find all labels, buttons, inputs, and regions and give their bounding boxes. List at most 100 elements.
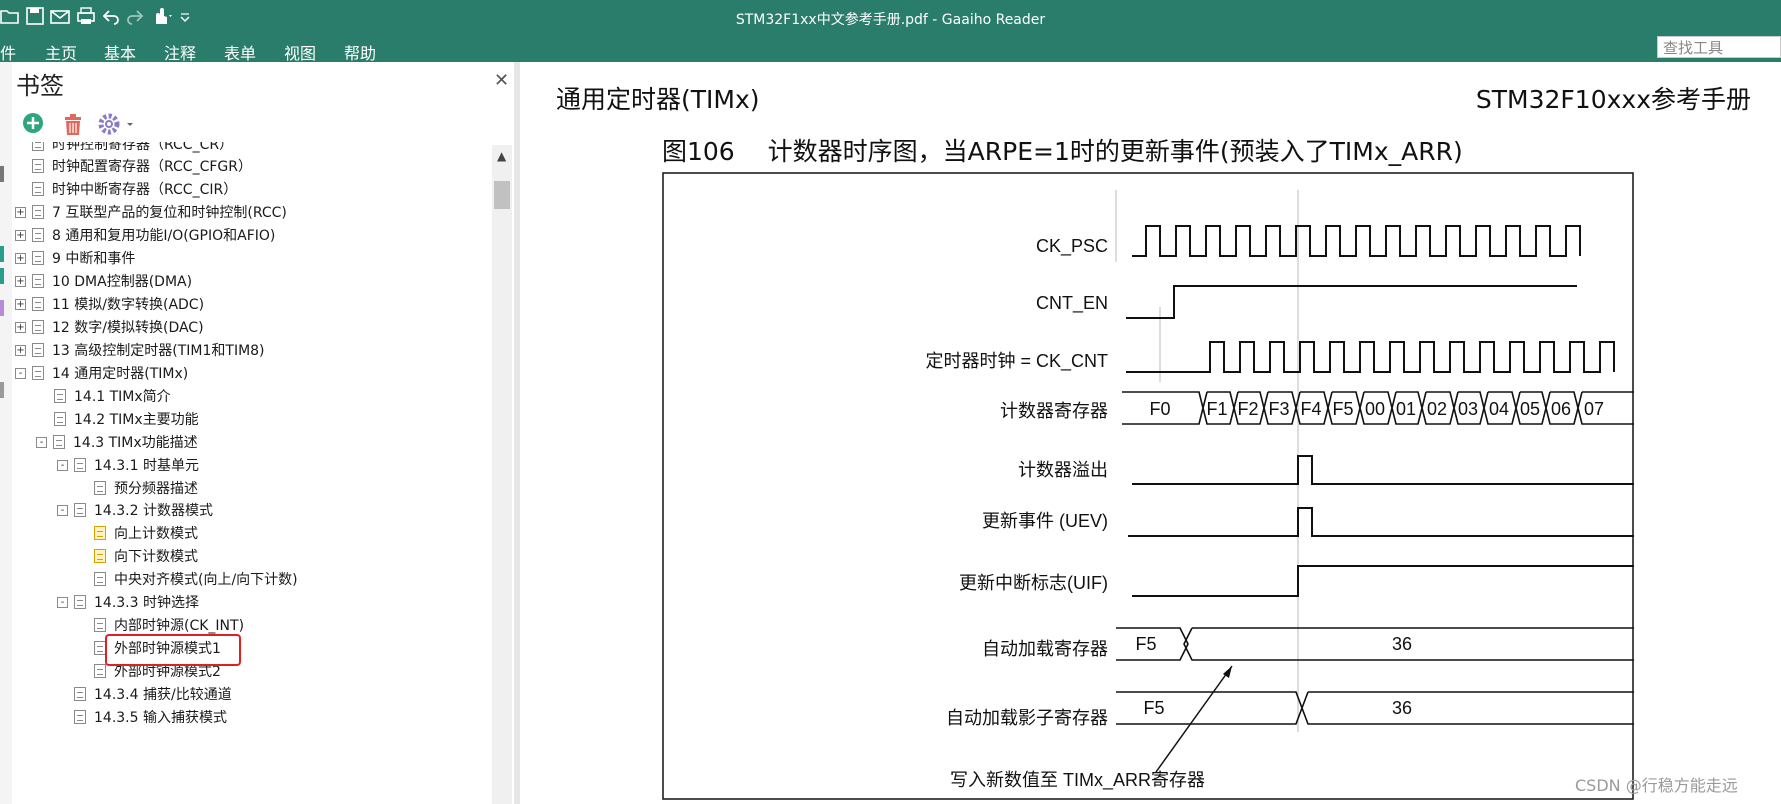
scroll-up-icon[interactable]: ▲ <box>497 149 506 163</box>
bookmark-options-gear-icon[interactable] <box>98 112 138 140</box>
bookmarks-panel: 书签 ✕ 时钟控制寄存器（RCC_CR） 时钟配置寄存器（RCC_CFGR） 时… <box>12 62 514 804</box>
strip-marker[interactable] <box>0 246 4 262</box>
tree-item[interactable]: 时钟控制寄存器（RCC_CR） <box>32 142 233 155</box>
collapse-icon[interactable]: - <box>15 367 26 379</box>
menu-basic[interactable]: 基本 <box>104 40 136 64</box>
bookmark-page-icon <box>32 343 44 357</box>
menu-file[interactable]: 件 <box>0 40 16 64</box>
bookmark-page-icon <box>94 572 106 586</box>
bookmark-page-icon <box>32 251 44 265</box>
bookmark-page-icon <box>94 549 106 563</box>
signal-label-cnt-en: CNT_EN <box>1036 293 1108 314</box>
tree-item[interactable]: +9 中断和事件 <box>15 247 135 269</box>
menu-view[interactable]: 视图 <box>284 40 316 64</box>
tree-item[interactable]: -14.3.2 计数器模式 <box>57 499 213 521</box>
signal-label-shadow-arr: 自动加载影子寄存器 <box>946 708 1108 728</box>
tree-item[interactable]: 14.3.4 捕获/比较通道 <box>74 683 232 705</box>
tree-item[interactable]: 时钟中断寄存器（RCC_CIR） <box>32 178 237 200</box>
bookmark-page-icon <box>32 228 44 242</box>
bookmark-page-icon <box>54 389 66 403</box>
tree-item[interactable]: 14.1 TIMx简介 <box>54 385 171 407</box>
tree-item[interactable]: +8 通用和复用功能I/O(GPIO和AFIO) <box>15 224 275 246</box>
menu-home[interactable]: 主页 <box>45 40 77 64</box>
counter-value: 03 <box>1458 399 1478 419</box>
tree-item[interactable]: 14.2 TIMx主要功能 <box>54 408 199 430</box>
bookmark-page-icon <box>74 710 86 724</box>
tree-item[interactable]: +11 模拟/数字转换(ADC) <box>15 293 204 315</box>
collapse-icon[interactable]: - <box>57 596 68 608</box>
bookmark-page-icon <box>94 618 106 632</box>
counter-value: F0 <box>1149 399 1170 419</box>
add-bookmark-icon[interactable] <box>22 112 44 138</box>
tree-item[interactable]: +13 高级控制定时器(TIM1和TIM8) <box>15 339 265 361</box>
strip-marker[interactable] <box>0 300 4 316</box>
expand-icon[interactable]: + <box>15 275 26 287</box>
strip-marker[interactable] <box>0 268 4 284</box>
watermark: CSDN @行稳方能走远 <box>1575 776 1738 795</box>
bookmark-page-icon <box>32 159 44 173</box>
shadow-arr-value-new: 36 <box>1392 698 1412 718</box>
counter-value: 07 <box>1584 399 1604 419</box>
figure-caption: 图106 计数器时序图，当ARPE=1时的更新事件(预装入了TIMx_ARR) <box>662 137 1463 166</box>
close-icon[interactable]: ✕ <box>494 70 509 91</box>
menu-bar: 件 主页 基本 注释 表单 视图 帮助 <box>0 36 1781 64</box>
collapse-icon[interactable]: - <box>36 436 47 448</box>
tree-item[interactable]: 预分频器描述 <box>94 477 198 499</box>
signal-label-ck-psc: CK_PSC <box>1036 236 1108 257</box>
bookmark-page-icon <box>32 320 44 334</box>
expand-icon[interactable]: + <box>15 229 26 241</box>
counter-value: F2 <box>1237 399 1258 419</box>
signal-label-counter-register: 计数器寄存器 <box>1000 401 1108 421</box>
bookmark-page-icon <box>54 412 66 426</box>
delete-bookmark-icon[interactable] <box>62 112 84 140</box>
strip-marker[interactable] <box>0 166 4 182</box>
bookmark-page-icon <box>74 458 86 472</box>
signal-label-arr: 自动加载寄存器 <box>982 639 1108 659</box>
bookmark-page-icon <box>74 687 86 701</box>
tree-item[interactable]: -14 通用定时器(TIMx) <box>15 362 188 384</box>
expand-icon[interactable]: + <box>15 252 26 264</box>
expand-icon[interactable]: + <box>15 298 26 310</box>
title-bar: STM32F1xx中文参考手册.pdf - Gaaiho Reader <box>0 0 1781 36</box>
collapse-icon[interactable]: - <box>57 504 68 516</box>
expand-icon[interactable]: + <box>15 344 26 356</box>
page-header-right: STM32F10xxx参考手册 <box>1475 85 1751 114</box>
bookmark-page-icon <box>94 526 106 540</box>
menu-comment[interactable]: 注释 <box>164 40 196 64</box>
tree-item[interactable]: -14.3.3 时钟选择 <box>57 591 199 613</box>
signal-label-uif: 更新中断标志(UIF) <box>959 573 1108 593</box>
bookmark-page-icon <box>32 182 44 196</box>
expand-icon[interactable]: + <box>15 206 26 218</box>
counter-value: F3 <box>1268 399 1289 419</box>
tree-item[interactable]: +7 互联型产品的复位和时钟控制(RCC) <box>15 201 287 223</box>
menu-form[interactable]: 表单 <box>224 40 256 64</box>
tree-item[interactable]: 14.3.5 输入捕获模式 <box>74 706 227 728</box>
tree-item[interactable]: +12 数字/模拟转换(DAC) <box>15 316 204 338</box>
bookmark-scrollbar[interactable]: ▲ <box>492 145 512 804</box>
bookmark-page-icon <box>32 274 44 288</box>
tree-item[interactable]: 中央对齐模式(向上/向下计数) <box>94 568 298 590</box>
counter-value: 00 <box>1365 399 1385 419</box>
search-tools-input[interactable]: 查找工具 <box>1657 36 1781 58</box>
arr-value-new: 36 <box>1392 634 1412 654</box>
tree-item[interactable]: 内部时钟源(CK_INT) <box>94 614 244 636</box>
tree-item-selected[interactable]: 向上计数模式 <box>94 522 198 544</box>
selection-highlight-box <box>105 634 241 666</box>
strip-marker[interactable] <box>0 382 4 398</box>
bookmark-page-icon <box>32 205 44 219</box>
scroll-thumb[interactable] <box>494 181 510 209</box>
menu-help[interactable]: 帮助 <box>344 40 376 64</box>
tree-item[interactable]: -14.3.1 时基单元 <box>57 454 199 476</box>
counter-value: 05 <box>1520 399 1540 419</box>
bookmark-tree: 时钟控制寄存器（RCC_CR） 时钟配置寄存器（RCC_CFGR） 时钟中断寄存… <box>12 142 492 804</box>
signal-label-counter-overflow: 计数器溢出 <box>1018 460 1108 480</box>
tree-item[interactable]: 时钟配置寄存器（RCC_CFGR） <box>32 155 252 177</box>
expand-icon[interactable]: + <box>15 321 26 333</box>
collapse-icon[interactable]: - <box>57 459 68 471</box>
tree-item[interactable]: +10 DMA控制器(DMA) <box>15 270 192 292</box>
tree-item[interactable]: 向下计数模式 <box>94 545 198 567</box>
counter-value: F4 <box>1300 399 1321 419</box>
tree-item[interactable]: -14.3 TIMx功能描述 <box>36 431 198 453</box>
bookmark-page-icon <box>32 366 44 380</box>
counter-value: 01 <box>1396 399 1416 419</box>
